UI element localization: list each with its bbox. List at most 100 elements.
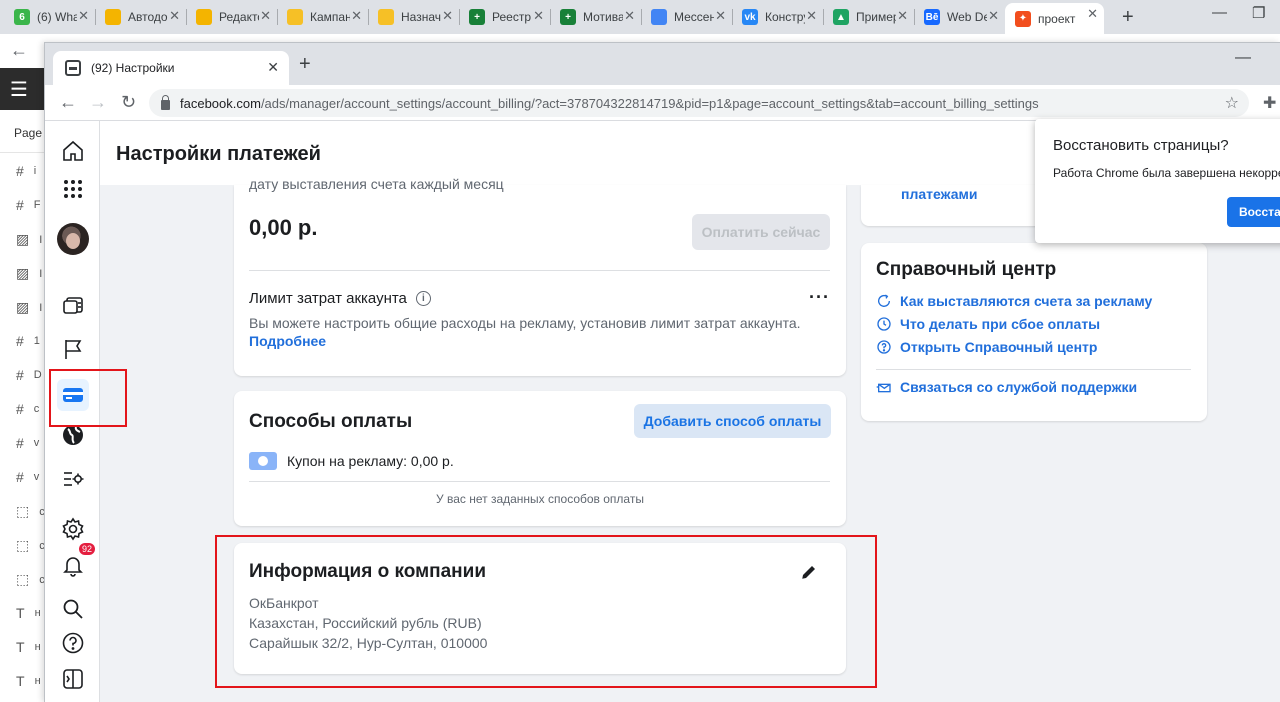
layer-row[interactable]: ⬚ c (16, 571, 45, 588)
new-tab-button[interactable]: + (1122, 6, 1134, 29)
flag-icon[interactable] (57, 333, 89, 365)
layer-row[interactable]: # v (16, 469, 39, 485)
figma-layers-panel: ☰ Page # i # F ▨ I ▨ I ▨ I #1 # D # c # v # v ⬚ c ⬚ c ⬚ c Tн Tн Tн (0, 68, 45, 702)
close-tab-icon[interactable]: ✕ (988, 8, 999, 24)
layer-row[interactable]: # c (16, 401, 39, 417)
search-icon[interactable] (57, 593, 89, 625)
layer-row[interactable]: ▨ I (16, 265, 42, 282)
help-question-icon[interactable] (57, 627, 89, 659)
layer-row[interactable]: # F (16, 197, 41, 213)
close-tab-icon[interactable]: ✕ (715, 8, 726, 24)
help-link-open-center[interactable]: Открыть Справочный центр (876, 339, 1097, 355)
ads-manager-icon[interactable] (57, 289, 89, 321)
help-link-billing[interactable]: Как выставляются счета за рекламу (876, 293, 1152, 309)
contact-support-link[interactable]: Связаться со службой поддержки (876, 379, 1137, 395)
whatsapp-icon: 6 (14, 9, 30, 25)
layer-row[interactable]: Tн (16, 639, 41, 655)
browser-tab[interactable]: vk Конструктор✕ (732, 5, 823, 29)
close-tab-icon[interactable]: ✕ (351, 8, 362, 24)
browser-tab[interactable]: + Реестр ✕ (459, 5, 550, 29)
close-tab-icon[interactable]: ✕ (267, 59, 279, 76)
forward-arrow-icon[interactable]: → (89, 92, 107, 113)
frame-icon: # (16, 163, 24, 179)
browser-tab[interactable]: Кампании✕ (277, 5, 368, 29)
image-layer-icon: ▨ (16, 299, 30, 315)
add-payment-method-button[interactable]: Добавить способ оплаты (634, 404, 831, 438)
new-tab-button[interactable]: + (299, 53, 311, 76)
avatar[interactable] (57, 223, 89, 255)
layer-name: i (33, 165, 37, 177)
spending-limit-title: Лимит затрат аккаунта (249, 290, 407, 307)
layer-name: F (33, 199, 41, 211)
settings-list-icon[interactable] (57, 463, 89, 495)
close-tab-icon[interactable]: ✕ (806, 8, 817, 24)
browser-tab[interactable]: ▲ Примеры✕ (823, 5, 914, 29)
close-tab-icon[interactable]: ✕ (533, 8, 544, 24)
layer-row[interactable]: Tн (16, 673, 41, 689)
billing-date-text: дату выставления счета каждый месяц (249, 176, 504, 192)
no-payment-methods-text: У вас нет заданных способов оплаты (436, 492, 644, 506)
help-center-card: Справочный центр Как выставляются счета … (861, 243, 1207, 421)
browser-tab[interactable]: ✦ проект ✕ (1005, 3, 1104, 34)
chat-icon (651, 9, 667, 25)
payments-link[interactable]: платежами (901, 186, 977, 202)
layer-name: 1 (33, 335, 40, 347)
browser-tab[interactable]: 6 (6) WhatsApp✕ (4, 5, 95, 29)
info-icon[interactable]: i (415, 291, 431, 306)
back-arrow-icon[interactable]: ← (10, 40, 28, 61)
gear-icon[interactable] (57, 513, 89, 545)
layer-row[interactable]: Tн (16, 605, 41, 621)
frame-icon: # (16, 435, 24, 451)
help-link-payment-failure[interactable]: Что делать при сбое оплаты (876, 316, 1100, 332)
tab-settings[interactable]: (92) Настройки ✕ (53, 51, 289, 85)
browser-tab[interactable]: + Мотивация✕ (550, 5, 641, 29)
tab-title: Назначения (401, 10, 441, 24)
close-tab-icon[interactable]: ✕ (260, 8, 271, 24)
close-tab-icon[interactable]: ✕ (624, 8, 635, 24)
close-tab-icon[interactable]: ✕ (897, 8, 908, 24)
question-circle-icon (876, 339, 892, 355)
spending-limit-heading: Лимит затрат аккаунта i (249, 290, 431, 307)
browser-tab[interactable]: Мессенджер✕ (641, 5, 732, 29)
highlight-box-company-info (215, 535, 877, 688)
home-icon[interactable] (57, 135, 89, 167)
layer-row[interactable]: # D (16, 367, 42, 383)
layer-row[interactable]: ▨ I (16, 299, 42, 316)
browser-tab[interactable]: Назначения✕ (368, 5, 459, 29)
pay-now-button[interactable]: Оплатить сейчас (692, 214, 830, 250)
learn-more-link[interactable]: Подробнее (249, 333, 326, 349)
close-tab-icon[interactable]: ✕ (78, 8, 89, 24)
hamburger-menu-icon[interactable]: ☰ (0, 68, 44, 110)
layer-row[interactable]: ▨ I (16, 231, 42, 248)
extensions-puzzle-icon[interactable]: ✚ (1263, 93, 1276, 113)
all-tools-grid-icon[interactable] (57, 173, 89, 205)
tab-title: Web Design (947, 10, 987, 24)
close-tab-icon[interactable]: ✕ (442, 8, 453, 24)
layer-row[interactable]: ⬚ c (16, 503, 45, 520)
browser-tab[interactable]: Автодокументы✕ (95, 5, 186, 29)
notifications-bell-icon[interactable]: 92 (57, 543, 96, 581)
layer-row[interactable]: # v (16, 435, 39, 451)
more-options-icon[interactable]: ··· (809, 287, 830, 308)
address-bar[interactable]: facebook.com/ads/manager/account_setting… (149, 89, 1249, 117)
toggle-sidebar-icon[interactable] (57, 663, 89, 695)
tab-title: Автодокументы (128, 10, 168, 24)
facebook-ads-favicon (65, 60, 81, 76)
facebook-browser-window: (92) Настройки ✕ + — ← → ↻ facebook.com/… (44, 42, 1280, 702)
layer-row[interactable]: #1 (16, 333, 40, 349)
reload-icon[interactable]: ↻ (121, 92, 136, 113)
restore-window-icon[interactable]: ❐ (1252, 4, 1265, 22)
browser-tab[interactable]: Bē Web Design✕ (914, 5, 1005, 29)
layer-row[interactable]: # i (16, 163, 36, 179)
spending-limit-description: Вы можете настроить общие расходы на рек… (249, 315, 801, 331)
minimize-icon[interactable]: — (1235, 49, 1251, 67)
restore-button[interactable]: Восстановить (1227, 197, 1280, 227)
minimize-icon[interactable]: — (1212, 4, 1227, 21)
close-tab-icon[interactable]: ✕ (169, 8, 180, 24)
bookmark-star-icon[interactable]: ☆ (1225, 93, 1239, 113)
back-arrow-icon[interactable]: ← (59, 92, 77, 113)
browser-tab[interactable]: Редактор✕ (186, 5, 277, 29)
close-tab-icon[interactable]: ✕ (1087, 6, 1098, 22)
layer-row[interactable]: ⬚ c (16, 537, 45, 554)
help-link-label: Что делать при сбое оплаты (900, 316, 1101, 332)
